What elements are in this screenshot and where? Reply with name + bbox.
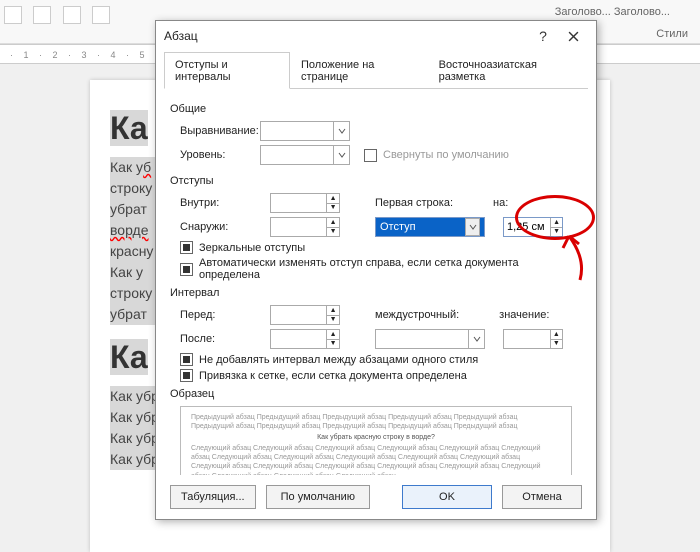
- inside-indent-label: Внутри:: [170, 197, 270, 209]
- spin-down-icon[interactable]: ▼: [327, 228, 339, 237]
- spin-up-icon[interactable]: ▲: [327, 218, 339, 228]
- tab-asian-layout[interactable]: Восточноазиатская разметка: [428, 52, 588, 89]
- outside-indent-spinner[interactable]: ▲▼: [270, 217, 340, 237]
- special-indent-label: Первая строка:: [375, 197, 453, 209]
- spin-down-icon[interactable]: ▼: [551, 228, 562, 237]
- snap-to-grid-label: Привязка к сетке, если сетка документа о…: [199, 370, 467, 382]
- dialog-button-row: Табуляция... По умолчанию OK Отмена: [156, 475, 596, 519]
- cancel-button[interactable]: Отмена: [502, 485, 582, 509]
- close-button[interactable]: [558, 22, 588, 50]
- paragraph-dialog: Абзац ? Отступы и интервалы Положение на…: [155, 20, 597, 520]
- mirror-indents-checkbox[interactable]: [180, 241, 193, 254]
- chevron-down-icon: [333, 146, 349, 164]
- inside-indent-spinner[interactable]: ▲▼: [270, 193, 340, 213]
- space-before-spinner[interactable]: ▲▼: [270, 305, 340, 325]
- mirror-indents-label: Зеркальные отступы: [199, 242, 305, 254]
- doc-heading-2: Ка: [110, 339, 148, 375]
- preview-center-text: Как убрать красную строку в ворде?: [191, 433, 561, 442]
- space-before-label: Перед:: [170, 309, 270, 321]
- spin-up-icon[interactable]: ▲: [551, 218, 562, 228]
- outside-indent-input[interactable]: [271, 218, 326, 236]
- space-before-input[interactable]: [271, 306, 326, 324]
- spin-down-icon[interactable]: ▼: [551, 340, 562, 349]
- spin-up-icon[interactable]: ▲: [327, 306, 339, 316]
- spin-down-icon[interactable]: ▼: [327, 340, 339, 349]
- style-gallery-labels: Заголово... Заголово...: [555, 6, 670, 18]
- spin-up-icon[interactable]: ▲: [551, 330, 562, 340]
- collapsed-label: Свернуты по умолчанию: [383, 149, 509, 161]
- tab-page-position[interactable]: Положение на странице: [290, 52, 428, 89]
- auto-adjust-label: Автоматически изменять отступ справа, ес…: [199, 257, 582, 281]
- highlight-icon: [63, 6, 81, 24]
- no-space-same-style-checkbox[interactable]: [180, 353, 193, 366]
- ok-button[interactable]: OK: [402, 485, 492, 509]
- auto-adjust-checkbox[interactable]: [180, 263, 193, 276]
- dialog-content: Общие Выравнивание: Уровень: Свернуты по…: [156, 89, 596, 475]
- spin-down-icon[interactable]: ▼: [327, 204, 339, 213]
- dialog-tabs: Отступы и интервалы Положение на страниц…: [164, 51, 588, 89]
- help-button[interactable]: ?: [528, 22, 558, 50]
- chevron-down-icon: [465, 218, 480, 236]
- section-indent-label: Отступы: [170, 175, 582, 187]
- chevron-down-icon: [468, 330, 484, 348]
- close-icon: [568, 31, 579, 42]
- space-after-spinner[interactable]: ▲▼: [270, 329, 340, 349]
- alignment-select[interactable]: [260, 121, 350, 141]
- preview-next-text: Следующий абзац Следующий абзац Следующи…: [191, 444, 561, 475]
- line-spacing-select[interactable]: [375, 329, 485, 349]
- bold-icon: [4, 6, 22, 24]
- space-after-label: После:: [170, 333, 270, 345]
- tabs-button[interactable]: Табуляция...: [170, 485, 256, 509]
- spin-up-icon[interactable]: ▲: [327, 330, 339, 340]
- by-indent-input[interactable]: [504, 218, 550, 236]
- preview-prev-text: Предыдущий абзац Предыдущий абзац Предыд…: [191, 413, 561, 431]
- space-after-input[interactable]: [271, 330, 326, 348]
- line-spacing-label: междустрочный:: [375, 309, 459, 321]
- styles-group-label: Стили: [656, 28, 688, 40]
- outline-level-label: Уровень:: [170, 149, 260, 161]
- spacing-at-label: значение:: [499, 309, 549, 321]
- font-icon: [92, 6, 110, 24]
- spacing-at-input[interactable]: [504, 330, 550, 348]
- special-indent-select[interactable]: Отступ: [375, 217, 485, 237]
- inside-indent-input[interactable]: [271, 194, 326, 212]
- set-default-button[interactable]: По умолчанию: [266, 485, 370, 509]
- spin-up-icon[interactable]: ▲: [327, 194, 339, 204]
- outline-level-select[interactable]: [260, 145, 350, 165]
- font-color-icon: [33, 6, 51, 24]
- tab-indents-spacing[interactable]: Отступы и интервалы: [164, 52, 290, 89]
- doc-heading: Ка: [110, 110, 148, 146]
- snap-to-grid-checkbox[interactable]: [180, 369, 193, 382]
- spin-down-icon[interactable]: ▼: [327, 316, 339, 325]
- section-spacing-label: Интервал: [170, 287, 582, 299]
- section-preview-label: Образец: [170, 388, 582, 400]
- dialog-title: Абзац: [164, 29, 528, 43]
- spacing-at-spinner[interactable]: ▲▼: [503, 329, 563, 349]
- preview-box: Предыдущий абзац Предыдущий абзац Предыд…: [180, 406, 572, 475]
- dialog-titlebar[interactable]: Абзац ?: [156, 21, 596, 51]
- alignment-label: Выравнивание:: [170, 125, 260, 137]
- section-general-label: Общие: [170, 103, 582, 115]
- outside-indent-label: Снаружи:: [170, 221, 270, 233]
- chevron-down-icon: [333, 122, 349, 140]
- by-indent-spinner[interactable]: ▲▼: [503, 217, 563, 237]
- no-space-same-style-label: Не добавлять интервал между абзацами одн…: [199, 354, 478, 366]
- collapsed-checkbox[interactable]: [364, 149, 377, 162]
- by-label: на:: [493, 197, 508, 209]
